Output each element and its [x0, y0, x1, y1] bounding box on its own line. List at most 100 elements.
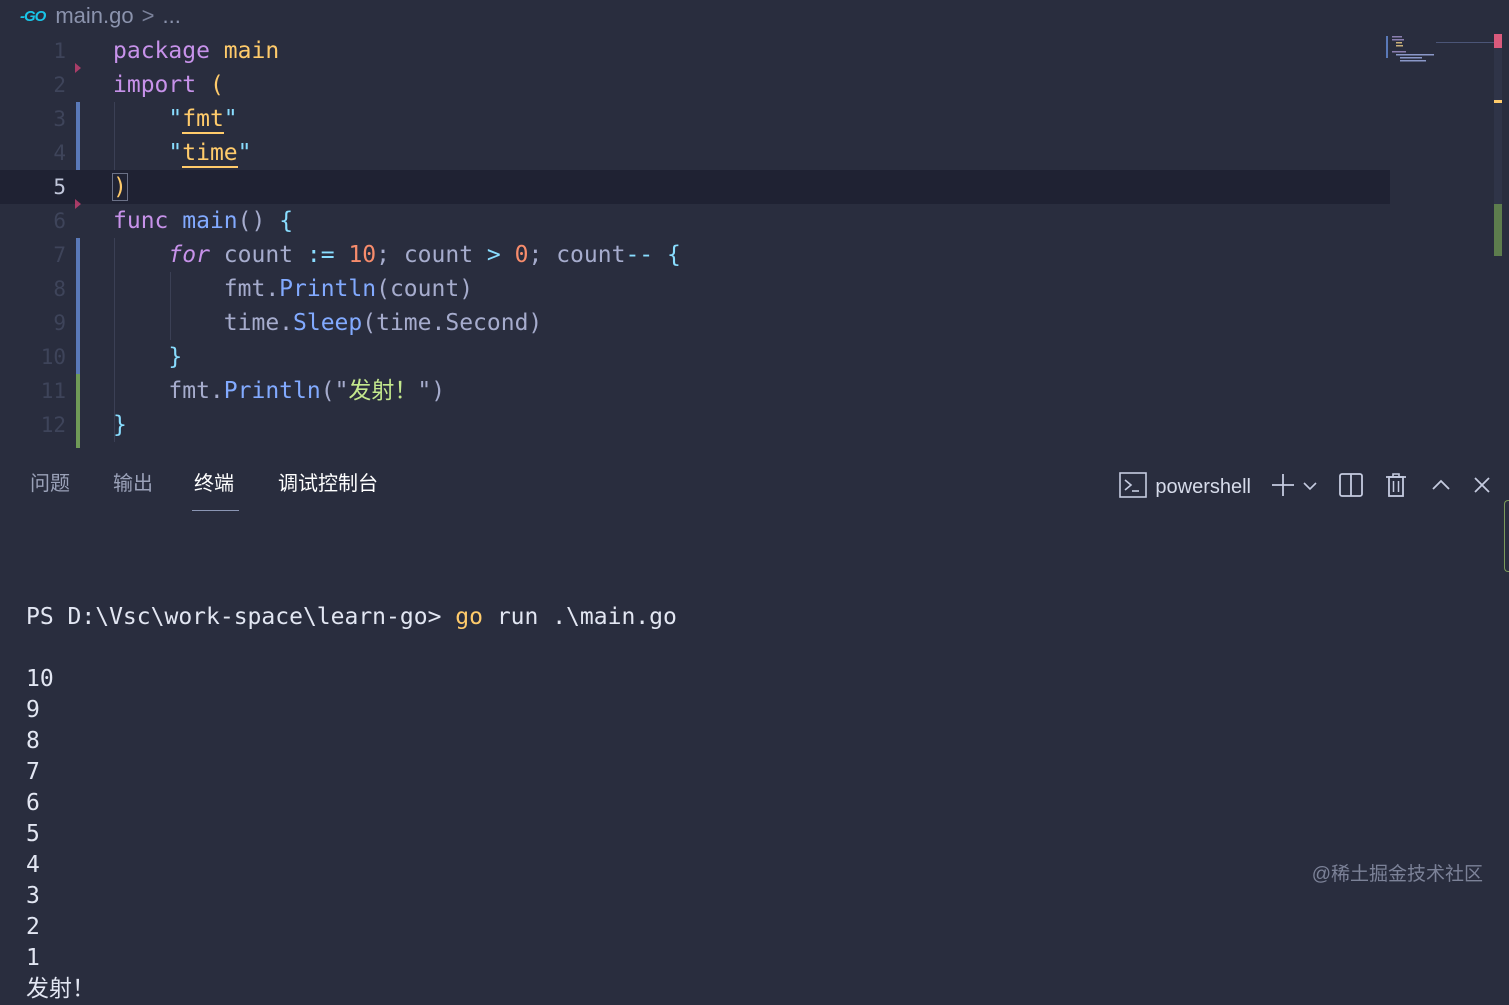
terminal-output-line: 4 — [26, 852, 40, 878]
shell-label[interactable]: powershell — [1155, 476, 1251, 499]
code-token: () — [237, 208, 266, 234]
watermark: @稀土掘金技术社区 — [1311, 864, 1483, 885]
panel-resize-sash[interactable] — [1504, 500, 1509, 572]
line-number: 11 — [40, 379, 66, 403]
code-text: func main() { — [113, 204, 293, 238]
line-number: 1 — [53, 39, 66, 63]
terminal-output-line: 发射！ — [26, 976, 95, 1002]
code-text: import ( — [113, 68, 224, 102]
code-token: package — [113, 38, 210, 64]
code-token: } — [113, 412, 127, 438]
code-line[interactable]: 10 } — [0, 340, 1390, 374]
chevron-down-icon[interactable] — [1303, 478, 1317, 496]
code-line[interactable]: 6 func main() { — [0, 204, 1390, 238]
git-added-bar[interactable] — [76, 374, 80, 448]
terminal-output[interactable]: PS D:\Vsc\work-space\learn-go> go run .\… — [26, 540, 677, 1005]
code-text: for count := 10; count > 0; count-- { — [113, 238, 681, 272]
code-token: 10 — [348, 242, 377, 268]
tab-terminal[interactable]: 终端 — [194, 470, 234, 504]
code-token: fmt — [182, 106, 224, 134]
line-number: 6 — [53, 209, 66, 233]
code-token: for — [168, 242, 210, 268]
code-line[interactable]: 8 fmt.Println(count) — [0, 272, 1390, 306]
breadcrumb-more[interactable]: ... — [162, 3, 180, 29]
code-token: func — [113, 208, 169, 234]
minimap[interactable] — [1386, 34, 1496, 64]
code-line[interactable]: 11 fmt.Println("发射！") — [0, 374, 1390, 408]
terminal-command-line: PS D:\Vsc\work-space\learn-go> go run .\… — [26, 602, 677, 633]
breadcrumb-file[interactable]: main.go — [55, 3, 133, 29]
terminal-output-line: 8 — [26, 728, 40, 754]
code-line[interactable]: 2 import ( — [0, 68, 1390, 102]
maximize-panel-chevron-up-icon[interactable] — [1431, 478, 1451, 496]
code-token: Println — [279, 276, 377, 302]
code-token: time — [182, 140, 238, 168]
code-text: } — [113, 408, 127, 442]
panel-tab-bar: 问题 输出 终端 调试控制台 powershell — [0, 460, 1509, 514]
code-token: } — [168, 344, 183, 370]
indent-guide — [114, 238, 115, 442]
terminal-command: go — [455, 604, 483, 630]
new-terminal-plus-icon[interactable] — [1271, 473, 1295, 502]
code-token: > — [486, 242, 501, 268]
code-token: main — [223, 38, 280, 64]
trash-icon[interactable] — [1385, 472, 1407, 502]
code-token: import — [113, 72, 197, 98]
code-line[interactable]: 3 "fmt" — [0, 102, 1390, 136]
code-text: time.Sleep(time.Second) — [113, 306, 543, 340]
code-token: { — [279, 208, 294, 234]
code-line[interactable]: 12} — [0, 408, 1390, 442]
tab-problems[interactable]: 问题 — [30, 470, 70, 504]
code-token: " — [237, 140, 252, 166]
code-token: ; count — [528, 242, 626, 268]
breadcrumb-separator: > — [141, 3, 155, 28]
code-line[interactable]: 7 for count := 10; count > 0; count-- { — [0, 238, 1390, 272]
code-text: fmt.Println(count) — [113, 272, 473, 306]
code-token: { — [667, 242, 681, 268]
code-token: (" — [320, 378, 349, 404]
terminal-shell-icon[interactable] — [1119, 471, 1148, 503]
code-token: count — [209, 242, 307, 268]
code-token: Sleep — [293, 310, 363, 336]
code-token: (count) — [376, 276, 474, 302]
terminal-prompt: PS D:\Vsc\work-space\learn-go> — [26, 604, 456, 630]
close-icon[interactable] — [1473, 476, 1491, 499]
code-text: "fmt" — [113, 102, 238, 136]
code-token: 发射！ — [348, 378, 418, 404]
tab-output[interactable]: 输出 — [113, 470, 153, 504]
terminal-output-line: 2 — [26, 914, 40, 940]
go-file-icon: -GO — [20, 7, 46, 25]
terminal-output-line: 10 — [26, 666, 54, 692]
terminal-output-line: 7 — [26, 759, 40, 785]
terminal-output-line: 1 — [26, 945, 40, 971]
code-token: " — [168, 106, 183, 132]
code-token: ; count — [376, 242, 487, 268]
line-number: 8 — [53, 277, 66, 301]
code-token: ) — [112, 173, 128, 201]
indent-guide — [170, 272, 171, 340]
code-editor[interactable]: 12} 11 fmt.Println("发射！") 10 } 9 time.Sleep… — [0, 34, 1509, 452]
tab-debug-console[interactable]: 调试控制台 — [278, 470, 378, 504]
git-modified-bar[interactable] — [76, 102, 80, 170]
line-number: 3 — [53, 107, 66, 131]
code-token: fmt. — [113, 276, 280, 302]
line-number: 2 — [53, 73, 66, 97]
code-line[interactable]: 4 "time" — [0, 136, 1390, 170]
code-line[interactable]: 5) — [0, 170, 1390, 204]
code-line[interactable]: 1 package main — [0, 34, 1390, 68]
code-text: "time" — [113, 136, 252, 170]
git-modified-bar[interactable] — [76, 238, 80, 374]
split-terminal-icon[interactable] — [1339, 472, 1363, 502]
code-line[interactable]: 9 time.Sleep(time.Second) — [0, 306, 1390, 340]
line-number: 4 — [53, 141, 66, 165]
editor-scrollbar[interactable] — [1494, 34, 1502, 256]
